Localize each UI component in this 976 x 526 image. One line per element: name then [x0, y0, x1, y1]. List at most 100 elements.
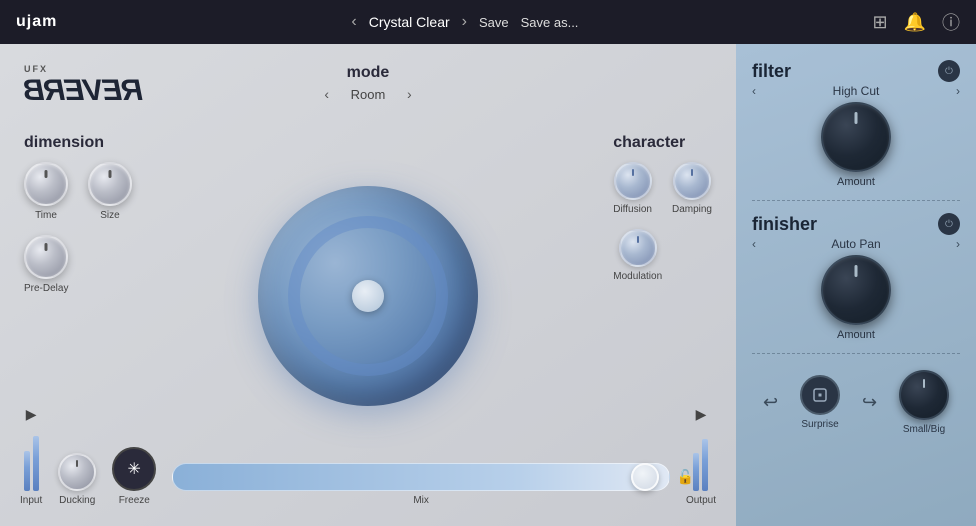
topbar: ujam ‹ Crystal Clear › Save Save as... ⊞…	[0, 0, 976, 44]
bottom-controls: ▶ Input Ducking ✳ Freeze	[0, 402, 736, 506]
pre-delay-label: Pre-Delay	[24, 283, 68, 294]
pre-delay-knob[interactable]	[24, 235, 68, 279]
right-bottom-row: ↩ Surprise ↪ Small/Big	[752, 366, 960, 435]
vu-bar-out-1	[693, 453, 699, 491]
filter-prev-button[interactable]: ‹	[752, 84, 756, 98]
small-big-knob[interactable]	[899, 370, 949, 420]
undo-button[interactable]: ↩	[763, 392, 778, 413]
filter-header: filter ⏻	[752, 60, 960, 82]
size-knob-col: Size	[88, 162, 132, 221]
output-label: Output	[686, 495, 716, 506]
logo-reverb-text: REVERB	[24, 74, 143, 108]
mode-selector: ‹ Room ›	[324, 86, 411, 102]
info-icon[interactable]: ⓘ	[942, 9, 960, 35]
vu-bar-2	[33, 436, 39, 491]
character-label: character	[613, 134, 712, 152]
surprise-label: Surprise	[801, 419, 838, 430]
mix-slider[interactable]	[172, 463, 670, 491]
ducking-knob[interactable]	[58, 453, 96, 491]
logo-area: UFX REVERB	[24, 64, 143, 108]
output-group: ▶ Output	[686, 402, 716, 506]
finisher-amount-knob[interactable]	[821, 255, 891, 325]
modulation-label: Modulation	[613, 271, 662, 282]
section-divider	[752, 200, 960, 201]
redo-button[interactable]: ↪	[862, 392, 877, 413]
finisher-knob-container: Amount	[752, 255, 960, 341]
input-play-button[interactable]: ▶	[22, 402, 41, 427]
input-group: ▶ Input	[20, 402, 42, 506]
topbar-icons: ⊞ 🔔 ⓘ	[872, 9, 960, 35]
reverb-inner-ring	[288, 216, 448, 376]
right-panel: filter ⏻ ‹ High Cut › Amount finisher ⏻ …	[736, 44, 976, 526]
topbar-center: ‹ Crystal Clear › Save Save as...	[77, 13, 852, 31]
mix-group: 🔓 Mix	[172, 463, 670, 506]
filter-amount-knob[interactable]	[821, 102, 891, 172]
mode-prev-button[interactable]: ‹	[324, 86, 329, 102]
diffusion-knob[interactable]	[614, 162, 652, 200]
size-knob[interactable]	[88, 162, 132, 206]
filter-power-button[interactable]: ⏻	[938, 60, 960, 82]
damping-knob[interactable]	[673, 162, 711, 200]
finisher-prev-button[interactable]: ‹	[752, 237, 756, 251]
reverb-sphere	[258, 186, 478, 406]
mode-label: mode	[324, 64, 411, 82]
bell-icon[interactable]: 🔔	[904, 12, 926, 33]
freeze-group: ✳ Freeze	[112, 447, 156, 506]
finisher-section: finisher ⏻ ‹ Auto Pan › Amount	[752, 213, 960, 341]
diffusion-label: Diffusion	[613, 204, 652, 215]
mode-next-button[interactable]: ›	[407, 86, 412, 102]
finisher-power-button[interactable]: ⏻	[938, 213, 960, 235]
mix-slider-thumb	[631, 463, 659, 491]
filter-section: filter ⏻ ‹ High Cut › Amount	[752, 60, 960, 188]
freeze-button[interactable]: ✳	[112, 447, 156, 491]
time-knob-col: Time	[24, 162, 68, 221]
finisher-next-button[interactable]: ›	[956, 237, 960, 251]
reverb-center-dot	[352, 280, 384, 312]
filter-next-button[interactable]: ›	[956, 84, 960, 98]
output-vu-meter	[693, 431, 708, 491]
logo-reverb: REVERB	[24, 74, 143, 108]
finisher-value: Auto Pan	[831, 237, 880, 251]
filter-title: filter	[752, 61, 791, 82]
filter-knob-container: Amount	[752, 102, 960, 188]
time-knob[interactable]	[24, 162, 68, 206]
save-as-button[interactable]: Save as...	[521, 15, 579, 30]
character-section: character Diffusion Damping Modulation	[613, 134, 712, 282]
main-layout: UFX REVERB mode ‹ Room › dim	[0, 44, 976, 526]
filter-value: High Cut	[833, 84, 880, 98]
mode-value: Room	[343, 87, 393, 102]
mode-section: mode ‹ Room ›	[324, 64, 411, 102]
logo-ufx: UFX	[24, 64, 143, 74]
preset-name: Crystal Clear	[369, 14, 450, 30]
modulation-knob[interactable]	[619, 229, 657, 267]
surprise-icon	[811, 386, 829, 404]
preset-prev-button[interactable]: ‹	[351, 13, 356, 31]
preset-next-button[interactable]: ›	[462, 13, 467, 31]
grid-icon[interactable]: ⊞	[872, 12, 887, 33]
mix-label: Mix	[413, 495, 429, 506]
finisher-header: finisher ⏻	[752, 213, 960, 235]
dimension-knob-row: Time Size	[24, 162, 132, 221]
dimension-section: dimension Time Size Pre-Delay	[24, 134, 132, 294]
input-vu-meter	[24, 431, 39, 491]
output-play-button[interactable]: ▶	[692, 402, 711, 427]
finisher-amount-label: Amount	[837, 329, 875, 341]
modulation-knob-col: Modulation	[613, 229, 662, 282]
surprise-button[interactable]	[800, 375, 840, 415]
lock-icon[interactable]: 🔓	[677, 469, 694, 486]
modulation-row: Modulation	[613, 229, 712, 282]
finisher-title: finisher	[752, 214, 817, 235]
pre-delay-row: Pre-Delay	[24, 235, 132, 294]
small-big-label: Small/Big	[903, 424, 945, 435]
vu-bar-1	[24, 451, 30, 491]
mix-slider-wrapper: 🔓	[172, 463, 670, 491]
damping-label: Damping	[672, 204, 712, 215]
freeze-label: Freeze	[119, 495, 150, 506]
save-button[interactable]: Save	[479, 15, 509, 30]
reverb-sphere-container	[258, 186, 478, 406]
left-panel: UFX REVERB mode ‹ Room › dim	[0, 44, 736, 526]
brand-logo: ujam	[16, 13, 57, 31]
pre-delay-knob-col: Pre-Delay	[24, 235, 68, 294]
ducking-group: Ducking	[58, 453, 96, 506]
character-knob-row: Diffusion Damping	[613, 162, 712, 215]
